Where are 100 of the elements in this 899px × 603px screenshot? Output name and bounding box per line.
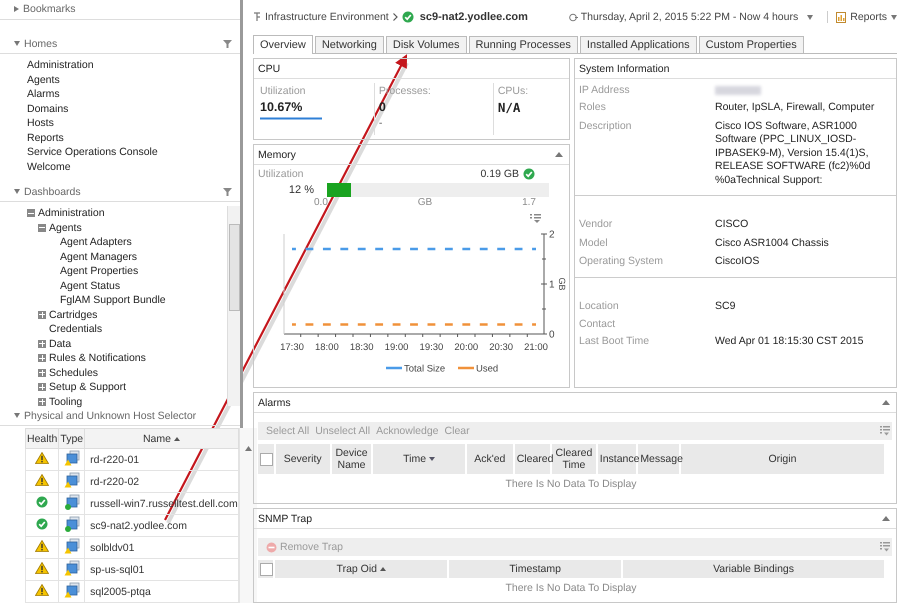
remove-icon (266, 542, 277, 552)
tree-item[interactable]: Agent Status (60, 278, 120, 294)
expand-box-icon[interactable] (38, 398, 46, 406)
column-menu-icon[interactable] (880, 542, 890, 552)
tree-item[interactable]: Rules & Notifications (49, 351, 146, 366)
column-header[interactable]: Instance (598, 444, 636, 474)
legend-swatch (458, 366, 474, 370)
column-header[interactable]: Health (26, 428, 59, 449)
tree-item[interactable]: Cartridges (49, 308, 98, 322)
select-all-checkbox[interactable] (260, 452, 273, 466)
column-header[interactable]: Time (373, 444, 465, 474)
expand-box-icon[interactable] (38, 354, 46, 362)
legend-label: Used (476, 364, 498, 374)
home-link[interactable]: Hosts (27, 116, 240, 131)
panel-title: Alarms (258, 396, 292, 408)
tab[interactable]: Overview (253, 35, 313, 54)
tree-item[interactable]: Schedules (49, 366, 98, 380)
breadcrumb-link[interactable]: Infrastructure Environment (265, 11, 389, 23)
axis-label: 19:30 (420, 342, 444, 353)
panel-title: CPU (258, 62, 282, 74)
table-cell[interactable]: sql2005-ptqa (84, 580, 238, 603)
expand-arrow-icon[interactable] (14, 6, 19, 12)
collapse-arrow-icon[interactable] (14, 413, 20, 418)
collapse-arrow-icon[interactable] (14, 41, 20, 46)
home-link[interactable]: Welcome (27, 160, 240, 174)
select-all-checkbox[interactable] (260, 562, 273, 576)
panel-title: System Information (579, 62, 670, 74)
column-header[interactable]: Cleared Time (552, 444, 596, 474)
column-header[interactable]: Trap Oid (275, 560, 448, 578)
tree-item[interactable]: Agent Managers (60, 250, 138, 264)
home-link[interactable]: Reports (27, 130, 240, 146)
tree-item[interactable]: Credentials (49, 322, 102, 337)
tab[interactable]: Running Processes (468, 36, 578, 53)
column-header[interactable]: Type (58, 428, 85, 449)
metric-value: 0.19 GB (480, 168, 519, 180)
collapse-arrow-icon[interactable] (14, 189, 20, 194)
column-menu-icon[interactable] (880, 426, 890, 436)
tree-item[interactable]: Data (49, 336, 72, 352)
section-header[interactable]: Homes (0, 34, 240, 54)
field-value: CISCO (715, 218, 750, 232)
tab[interactable]: Networking (314, 36, 384, 53)
collapse-arrow-icon[interactable] (882, 516, 890, 521)
scrollbar[interactable] (227, 206, 240, 406)
chart-menu-icon[interactable] (530, 214, 541, 223)
field-label: Description (579, 120, 633, 134)
scale-label: 0.0 (314, 197, 328, 208)
tab[interactable]: Installed Applications (580, 36, 697, 53)
home-link[interactable]: Domains (27, 102, 240, 116)
collapse-arrow-icon[interactable] (882, 400, 890, 405)
tree-item[interactable]: Agent Properties (60, 264, 138, 279)
collapse-box-icon[interactable] (27, 209, 35, 218)
section-header[interactable]: Bookmarks (0, 0, 240, 20)
axis-label: 18:30 (350, 342, 374, 353)
tree-item[interactable]: Setup & Support (49, 380, 126, 395)
tree-item[interactable]: Administration (38, 206, 105, 221)
reports-button[interactable]: Reports (827, 11, 897, 23)
home-link[interactable]: Administration (27, 58, 240, 73)
axis-label: 17:30 (280, 342, 304, 353)
tree-item[interactable]: Agents (49, 220, 82, 236)
scale-label: 1.7 (522, 197, 536, 208)
table-cell[interactable]: rd-r220-01 (84, 448, 238, 471)
metric-label: Utilization (260, 85, 307, 97)
expand-box-icon[interactable] (38, 383, 46, 392)
column-header[interactable]: Variable Bindings (623, 560, 884, 578)
expand-box-icon[interactable] (38, 368, 46, 377)
column-header[interactable]: Device Name (332, 444, 372, 474)
tree-item[interactable]: Agent Adapters (60, 235, 132, 250)
collapse-box-icon[interactable] (38, 224, 46, 232)
column-header[interactable]: Name (84, 428, 238, 449)
dropdown-arrow-icon[interactable] (891, 14, 897, 20)
filter-icon (223, 188, 232, 196)
column-header[interactable]: Ack'ed (466, 444, 513, 474)
home-link[interactable]: Service Operations Console (27, 145, 240, 160)
utilization-sparkline (260, 117, 322, 120)
table-cell[interactable]: solbldv01 (84, 536, 238, 559)
tab[interactable]: Disk Volumes (386, 36, 467, 53)
axis-label: 0 (549, 330, 555, 340)
field-value: Wed Apr 01 18:15:30 CST 2015 (715, 335, 864, 348)
section-header[interactable]: Dashboards (0, 182, 240, 202)
expand-box-icon[interactable] (38, 340, 46, 348)
expand-box-icon[interactable] (38, 310, 46, 319)
table-cell[interactable]: rd-r220-02 (84, 470, 238, 493)
field-value: Cisco ASR1004 Chassis (715, 236, 830, 250)
column-header[interactable]: Severity (276, 444, 330, 474)
column-header[interactable]: Cleared (514, 444, 550, 474)
tree-item[interactable]: FglAM Support Bundle (60, 293, 166, 308)
section-title: Dashboards (24, 186, 82, 198)
home-link[interactable]: Agents (27, 72, 240, 88)
legend-swatch (386, 366, 402, 370)
field-value: Router, IpSLA, Firewall, Computer (715, 101, 876, 114)
tab[interactable]: Custom Properties (698, 36, 804, 53)
section-header[interactable]: Physical and Unknown Host Selector (0, 406, 240, 426)
collapse-arrow-icon[interactable] (555, 152, 563, 157)
column-header[interactable]: Timestamp (449, 560, 622, 578)
table-cell[interactable]: sc9-nat2.yodlee.com (84, 514, 238, 537)
filter-icon (223, 40, 232, 48)
home-link[interactable]: Alarms (27, 87, 240, 102)
dropdown-arrow-icon[interactable] (807, 14, 814, 20)
axis-label: 1 (549, 280, 555, 290)
table-cell[interactable]: sp-us-sql01 (84, 558, 238, 581)
